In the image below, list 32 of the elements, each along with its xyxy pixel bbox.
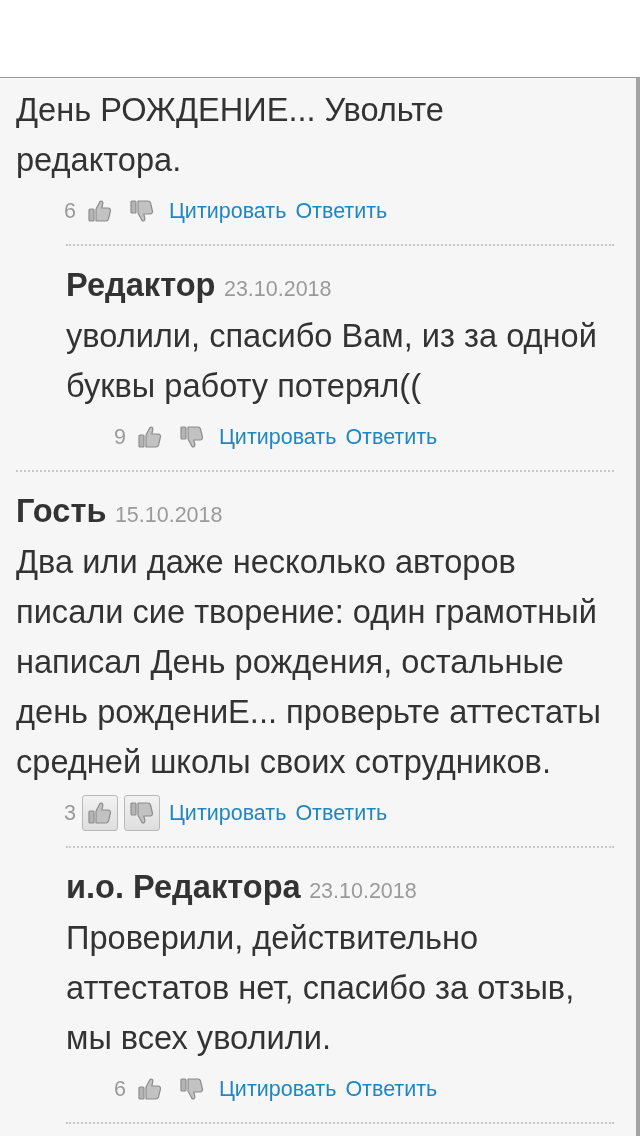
like-button[interactable] [81, 795, 118, 831]
author-name: и.о. Редактора [66, 868, 301, 905]
reply-link[interactable]: Ответить [295, 198, 388, 224]
quote-link[interactable]: Цитировать [218, 424, 337, 450]
comment-date: 15.10.2018 [114, 503, 223, 527]
comment-date: 23.10.2018 [309, 879, 417, 903]
thumbs-up-icon [87, 199, 112, 223]
rating-count: 9 [114, 424, 126, 450]
quote-link[interactable]: Цитировать [168, 800, 287, 826]
quote-link[interactable]: Цитировать [168, 198, 287, 224]
comment-text: День РОЖДЕНИЕ... Увольте редактора. [16, 90, 445, 180]
reply-link[interactable]: Ответить [295, 800, 388, 826]
dislike-button[interactable] [123, 795, 160, 831]
reply-link[interactable]: Ответить [345, 1076, 438, 1102]
comment-text: уволили, спасибо Вам, из за одной буквы работу потерял(( [66, 316, 598, 406]
thumbs-down-icon [129, 199, 154, 223]
thumbs-up-icon [137, 425, 162, 449]
comment-date: 23.10.2018 [223, 277, 332, 301]
rating-count: 6 [64, 198, 76, 224]
thumbs-down-icon [179, 1077, 204, 1101]
author-name: Гость [16, 492, 107, 529]
thumbs-up-icon [87, 801, 112, 825]
thumbs-down-icon [129, 801, 154, 825]
comment-text: Два или даже несколько авторов писали сие творение: один грамотный написал День рождения, остальные день рождениЕ... проверьте аттестаты средней школы своих сотрудников. [16, 542, 602, 782]
comment-text: Проверили, действительно аттестатов нет, спасибо за отзыв, мы всех уволили. [66, 918, 576, 1058]
rating-count: 3 [64, 800, 76, 826]
thumbs-up-icon [137, 1077, 162, 1101]
thumbs-down-icon [179, 425, 204, 449]
author-name: Редактор [66, 266, 216, 303]
reply-link[interactable]: Ответить [345, 424, 438, 450]
rating-count: 6 [114, 1076, 126, 1102]
quote-link[interactable]: Цитировать [218, 1076, 337, 1102]
